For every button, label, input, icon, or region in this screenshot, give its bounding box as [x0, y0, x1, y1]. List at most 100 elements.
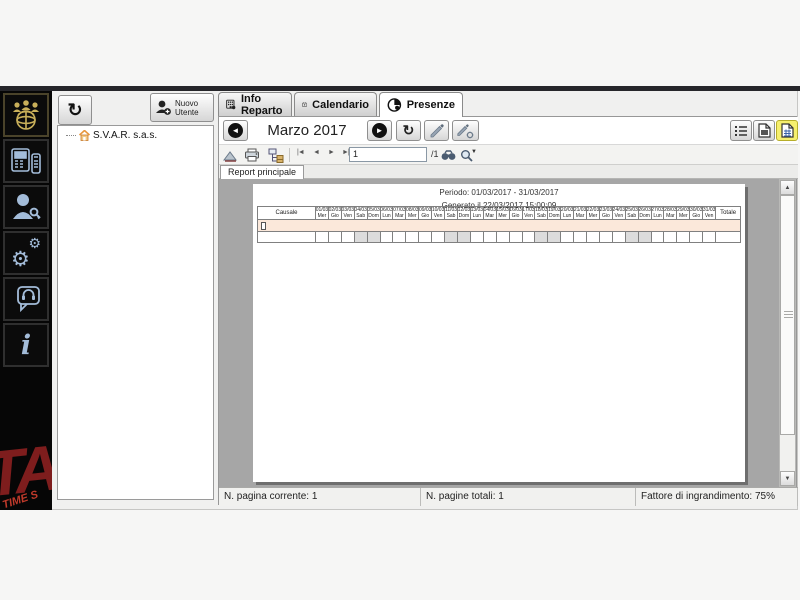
scrollbar-grip: [784, 311, 793, 312]
edit-button[interactable]: [424, 120, 449, 141]
app-screen: ⚙ ⚙ i TA TIME S: [0, 0, 800, 600]
day-empty-cell: [368, 232, 381, 242]
day-header-cell: 25/03Sab: [626, 207, 639, 219]
devices-icon: [9, 145, 43, 177]
group-row: [257, 220, 741, 232]
arrow-left-icon: ◄: [228, 123, 243, 138]
refresh-report-button[interactable]: ↻: [396, 120, 421, 141]
scrollbar-thumb[interactable]: [780, 195, 795, 435]
day-empty-cell: [548, 232, 561, 242]
day-header-cell: 29/03Mer: [677, 207, 690, 219]
support-headset-icon: [10, 283, 42, 315]
day-empty-cell: [381, 232, 394, 242]
table-report-view-button[interactable]: [776, 120, 798, 141]
presenze-panel: ◄ Marzo 2017 ► ↻: [218, 116, 797, 505]
scroll-up-icon: ▲: [785, 185, 791, 191]
tab-presenze[interactable]: Presenze: [379, 92, 463, 117]
day-header-cell: 26/03Dom: [639, 207, 652, 219]
scroll-down-button[interactable]: ▼: [780, 471, 795, 486]
day-empty-cell: [639, 232, 652, 242]
report-page: Periodo: 01/03/2017 - 31/03/2017 Generat…: [253, 184, 745, 482]
data-row: [257, 232, 741, 243]
totale-header-cell: Totale: [716, 207, 740, 219]
new-user-label-line1: Nuovo: [175, 99, 199, 108]
day-empty-cell: [342, 232, 355, 242]
day-empty-cell: [445, 232, 458, 242]
day-empty-cell: [600, 232, 613, 242]
tab-info-reparto[interactable]: Info Reparto: [218, 92, 292, 116]
tab-calendario[interactable]: 7 Calendario: [294, 92, 377, 116]
print-button[interactable]: [243, 147, 261, 163]
scroll-up-button[interactable]: ▲: [780, 180, 795, 195]
first-page-button[interactable]: |◄: [297, 149, 304, 156]
export-icon: [223, 149, 238, 162]
last-page-button[interactable]: ►|: [342, 149, 349, 156]
group-tree-icon: [268, 148, 285, 163]
add-user-icon: [155, 99, 172, 116]
day-empty-cell: [626, 232, 639, 242]
binoculars-icon: [441, 150, 456, 161]
sidebar-item-settings[interactable]: ⚙ ⚙: [3, 231, 49, 275]
day-header-cell: 19/03Dom: [548, 207, 561, 219]
calendar-icon: 7: [302, 97, 307, 112]
list-view-icon: [734, 125, 748, 137]
tree-item-company-root[interactable]: S.V.A.R. s.a.s.: [58, 126, 213, 141]
document-view-button[interactable]: [753, 120, 775, 141]
day-empty-cell: [510, 232, 523, 242]
user-panel: ↻ Nuovo Utente S.V.A.R. s: [55, 93, 215, 505]
day-header-cell: 06/03Lun: [381, 207, 394, 219]
new-user-label-line2: Utente: [175, 108, 199, 117]
pencil-icon: [429, 123, 445, 139]
previous-month-button[interactable]: ◄: [223, 120, 248, 141]
period-toolbar: ◄ Marzo 2017 ► ↻: [219, 117, 798, 144]
list-view-button[interactable]: [730, 120, 752, 141]
day-header-cell: 28/03Mar: [664, 207, 677, 219]
day-empty-cell: [535, 232, 548, 242]
new-user-button[interactable]: Nuovo Utente: [150, 93, 214, 122]
toggle-group-tree-button[interactable]: [267, 147, 285, 163]
day-empty-cell: [703, 232, 716, 242]
table-report-view-icon: [781, 123, 794, 138]
day-empty-cell: [458, 232, 471, 242]
page-number-input[interactable]: 1: [349, 147, 427, 162]
find-button[interactable]: [439, 147, 457, 163]
zoom-dropdown-caret[interactable]: ▼: [471, 149, 477, 155]
group-row-marker-icon: [261, 222, 266, 230]
day-header-cell: 21/03Mar: [574, 207, 587, 219]
day-header-cell: 31/03Ven: [703, 207, 716, 219]
refresh-icon: ↻: [67, 100, 82, 121]
sidebar-item-info[interactable]: i: [3, 323, 49, 367]
day-header-cell: 16/03Gio: [510, 207, 523, 219]
day-empty-cell: [497, 232, 510, 242]
next-month-button[interactable]: ►: [367, 120, 392, 141]
day-empty-cell: [393, 232, 406, 242]
previous-page-button[interactable]: ◄: [313, 149, 319, 156]
edit-settings-button[interactable]: [452, 120, 479, 141]
sidebar-item-support[interactable]: [3, 277, 49, 321]
sidebar-item-users[interactable]: [3, 93, 49, 137]
day-empty-cell: [523, 232, 536, 242]
day-header-cell: 12/03Dom: [458, 207, 471, 219]
vertical-scrollbar[interactable]: ▲ ▼: [779, 179, 796, 487]
report-principale-tab[interactable]: Report principale: [220, 165, 304, 179]
toolbar-separator: [289, 148, 290, 162]
day-header-cell: 05/03Dom: [368, 207, 381, 219]
sidebar-item-user-permissions[interactable]: [3, 185, 49, 229]
day-empty-cell: [652, 232, 665, 242]
report-tab-row: Report principale: [219, 165, 798, 179]
day-header-cell: 24/03Ven: [613, 207, 626, 219]
refresh-users-button[interactable]: ↻: [58, 95, 92, 125]
tree-connector: [66, 135, 76, 136]
status-zoom-factor: Fattore di ingrandimento: 75%: [636, 488, 798, 506]
day-empty-cell: [690, 232, 703, 242]
next-page-button[interactable]: ►: [328, 149, 334, 156]
day-empty-cell: [677, 232, 690, 242]
settings-gear-small-icon: ⚙: [28, 236, 41, 250]
export-button[interactable]: [221, 147, 239, 163]
brand-logo: TA TIME S: [0, 390, 52, 510]
user-tree: S.V.A.R. s.a.s.: [57, 125, 214, 500]
day-header-cell: 10/03Ven: [432, 207, 445, 219]
sidebar-item-devices[interactable]: [3, 139, 49, 183]
report-viewport[interactable]: Periodo: 01/03/2017 - 31/03/2017 Generat…: [219, 179, 779, 487]
day-header-cell: 08/03Mer: [406, 207, 419, 219]
